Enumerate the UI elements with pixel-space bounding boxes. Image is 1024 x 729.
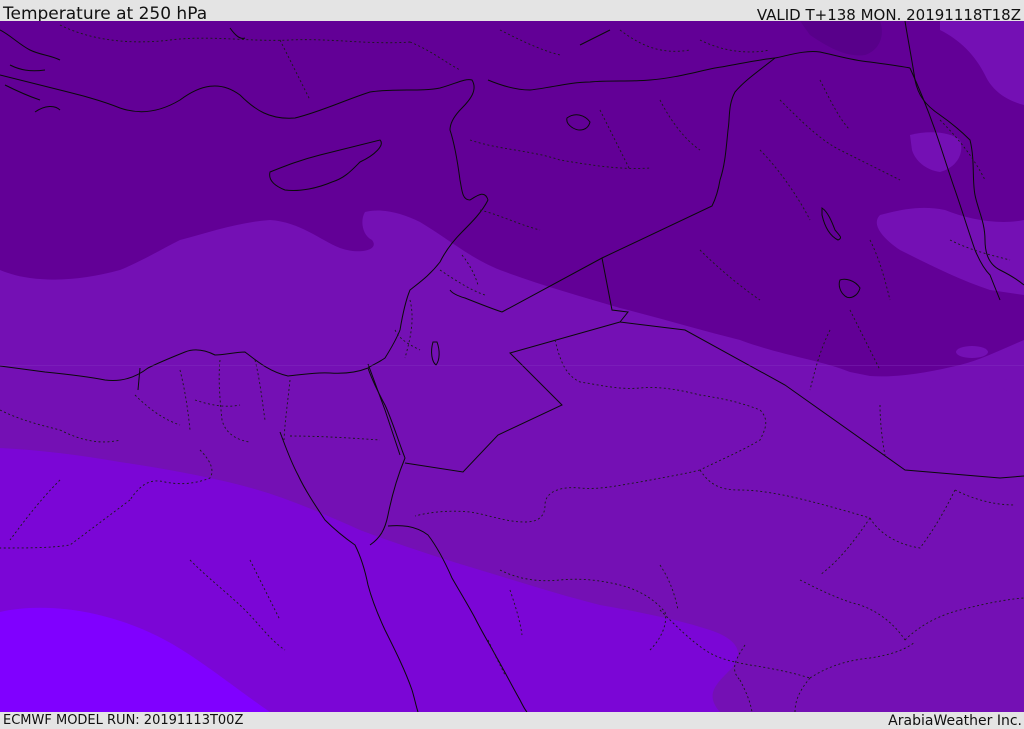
model-run-label: ECMWF MODEL RUN: 20191113T00Z: [3, 713, 244, 728]
band-cold-patch-east-2: [956, 346, 988, 358]
footer-bar: ECMWF MODEL RUN: 20191113T00Z ArabiaWeat…: [0, 712, 1024, 729]
temperature-map: [0, 21, 1024, 712]
weather-map-frame: Temperature at 250 hPa VALID T+138 MON. …: [0, 0, 1024, 729]
band-cold-patch-east-3: [1002, 378, 1024, 392]
credit-label: ArabiaWeather Inc.: [888, 713, 1022, 729]
header-bar: Temperature at 250 hPa VALID T+138 MON. …: [0, 0, 1024, 24]
band-cold-patch-east-1: [928, 378, 992, 392]
